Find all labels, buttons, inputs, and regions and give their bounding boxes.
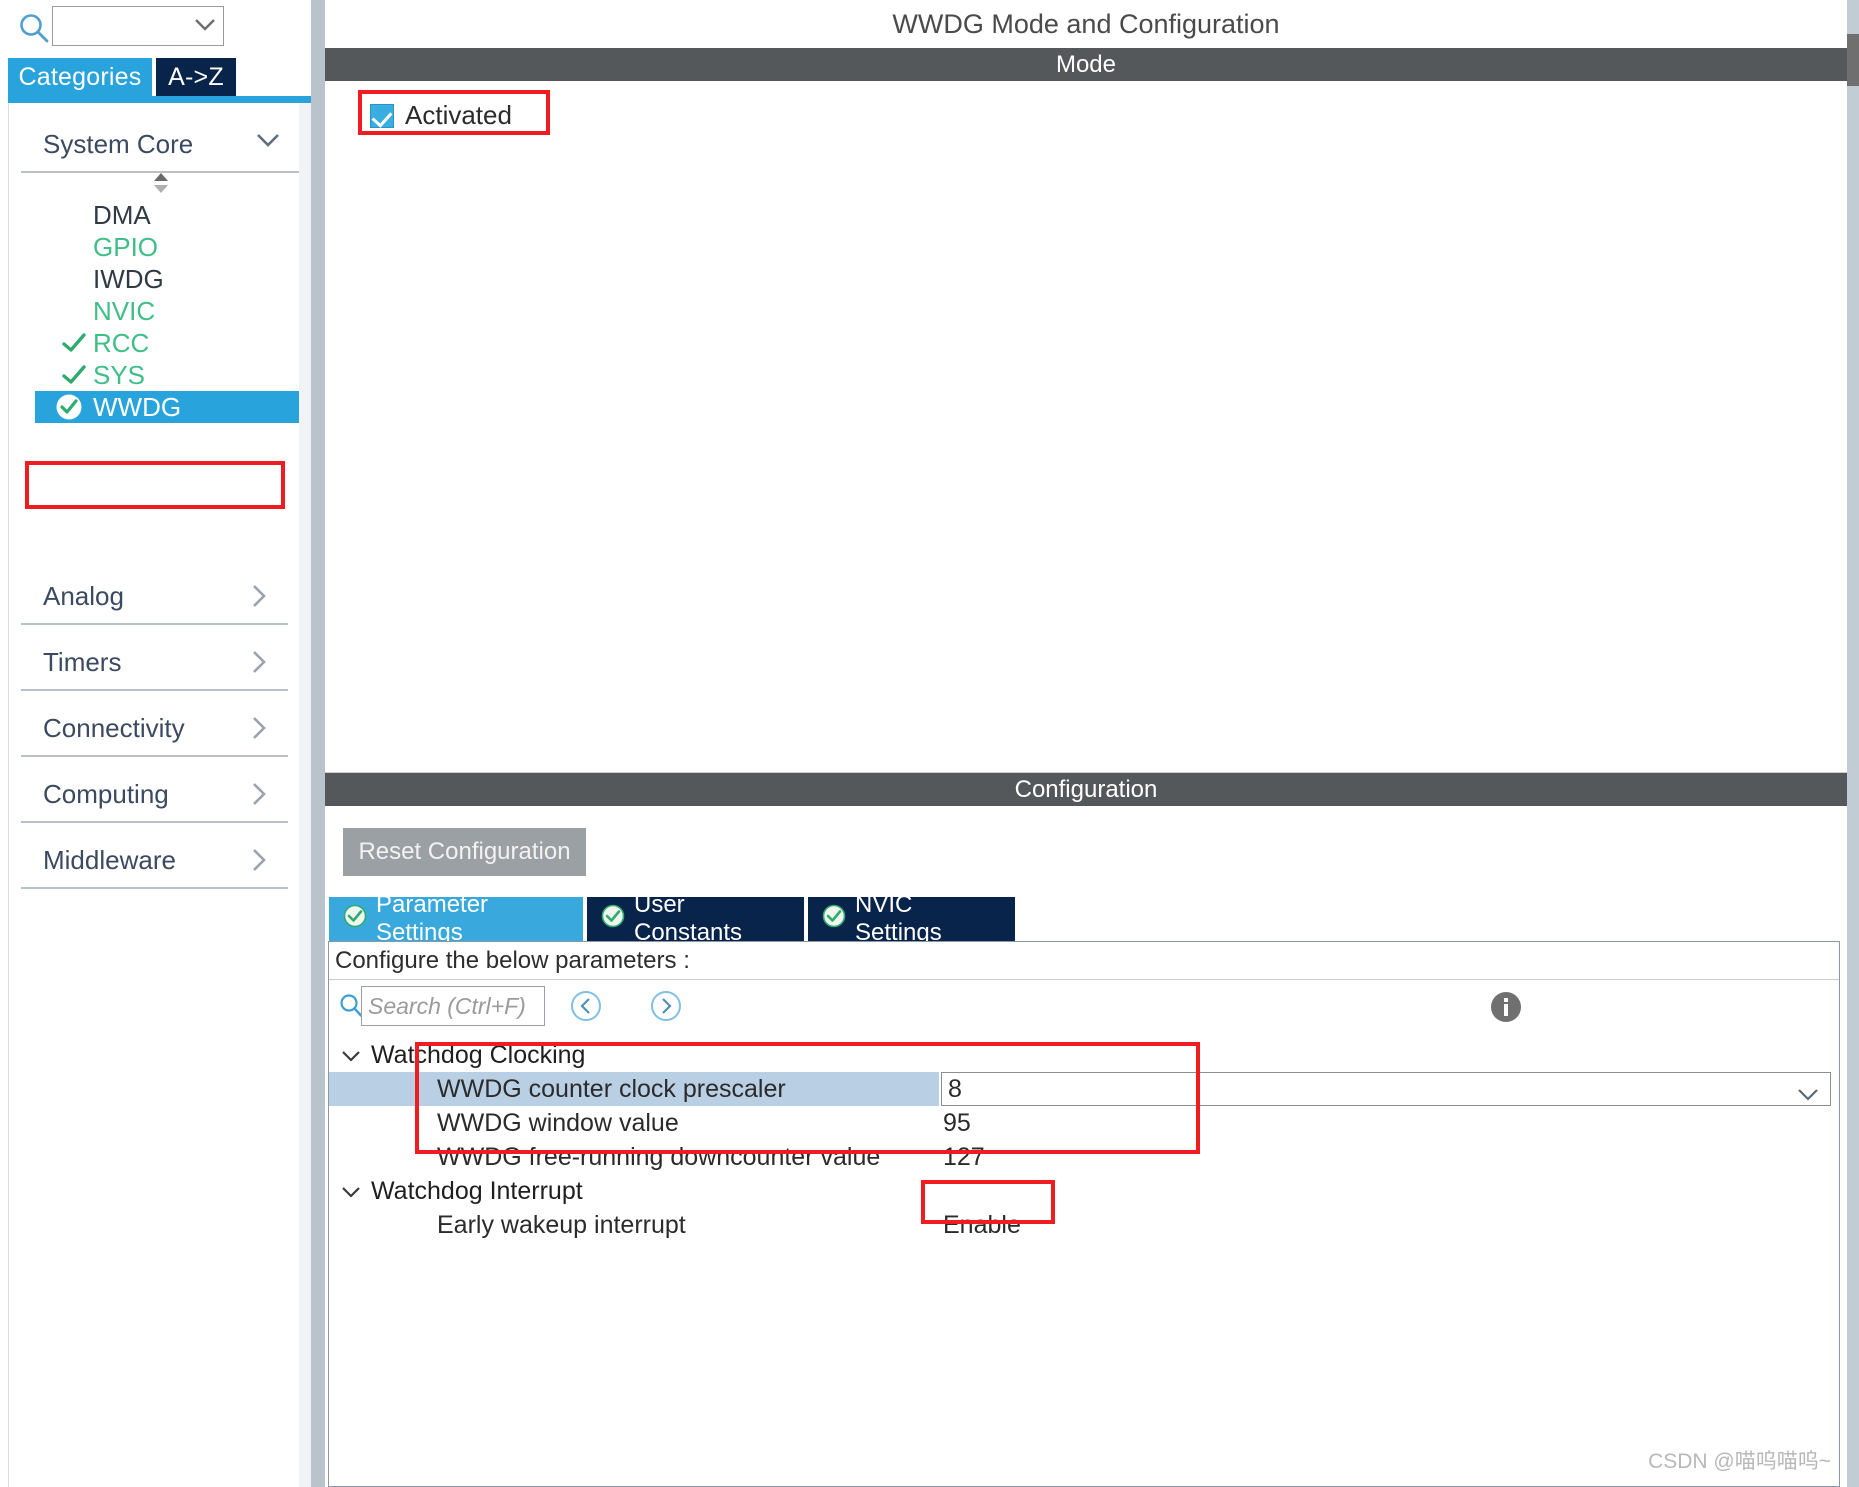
sidebar-section-system-core[interactable]: System Core [21, 117, 299, 173]
mode-band: Mode [325, 48, 1847, 81]
sidebar-section-computing[interactable]: Computing [21, 767, 288, 823]
table-row[interactable]: WWDG window value 95 [329, 1106, 1839, 1140]
table-row[interactable]: WWDG free-running downcounter value 127 [329, 1140, 1839, 1174]
tree-search-combo[interactable] [52, 6, 224, 46]
group-watchdog-clocking-label: Watchdog Clocking [371, 1040, 586, 1069]
sidebar-section-system-core-label: System Core [43, 128, 194, 159]
sidebar-section-analog-label: Analog [43, 580, 124, 611]
param-window-value: 95 [943, 1109, 971, 1137]
parameter-settings-panel: Configure the below parameters : Search … [328, 941, 1840, 1487]
sidebar-item-rcc[interactable]: RCC [21, 327, 300, 359]
next-match-button[interactable] [649, 989, 683, 1028]
param-prescaler-value: 8 [948, 1075, 962, 1103]
check-icon [61, 331, 87, 362]
parameter-search-bar [329, 980, 1839, 1034]
tab-categories-label: Categories [18, 62, 142, 91]
table-row[interactable]: WWDG counter clock prescaler 8 [329, 1072, 1839, 1106]
check-circle-icon [55, 393, 83, 428]
sidebar-item-iwdg[interactable]: IWDG [21, 263, 300, 295]
param-downcounter-value-label: WWDG free-running downcounter value [437, 1143, 881, 1171]
configuration-band: Configuration [325, 773, 1847, 806]
sidebar-item-sys[interactable]: SYS [21, 359, 300, 391]
tab-a-to-z[interactable]: A->Z [156, 58, 236, 96]
sidebar-section-timers-label: Timers [43, 646, 122, 677]
mode-and-configuration-panel: WWDG Mode and Configuration Mode Activat… [325, 0, 1847, 1487]
sidebar-section-computing-label: Computing [43, 778, 169, 809]
param-prescaler-label: WWDG counter clock prescaler [437, 1075, 786, 1103]
group-watchdog-interrupt[interactable]: Watchdog Interrupt [329, 1174, 1839, 1208]
sidebar-section-connectivity-label: Connectivity [43, 712, 185, 743]
tab-user-constants[interactable]: User Constants [587, 891, 804, 946]
sidebar-item-dma[interactable]: DMA [21, 199, 300, 231]
chevron-right-icon [248, 715, 270, 746]
sidebar-section-connectivity[interactable]: Connectivity [21, 701, 288, 757]
check-circle-icon [822, 904, 846, 935]
sidebar-section-analog[interactable]: Analog [21, 569, 288, 625]
param-early-wakeup-value: Enable [943, 1211, 1021, 1239]
sidebar-item-wwdg-label: WWDG [93, 391, 182, 422]
tab-parameter-settings-label: Parameter Settings [376, 891, 489, 946]
configure-hint: Configure the below parameters : [329, 942, 1839, 980]
tab-nvic-settings[interactable]: NVIC Settings [808, 891, 1015, 946]
activated-checkbox-row[interactable]: Activated [370, 100, 512, 131]
search-icon [16, 10, 52, 46]
tree-body: System Core DMA GPIO IWDG NVIC RCC SYS W… [8, 103, 311, 1487]
reset-configuration-button[interactable]: Reset Configuration [343, 828, 586, 876]
sidebar-item-nvic-label: NVIC [93, 295, 156, 326]
activated-label: Activated [405, 100, 512, 130]
chevron-down-icon [194, 17, 216, 38]
tab-categories[interactable]: Categories [8, 58, 152, 96]
sidebar-section-timers[interactable]: Timers [21, 635, 288, 691]
tab-nvic-settings-label: NVIC Settings [855, 891, 942, 946]
configuration-area: Reset Configuration Parameter Settings U… [325, 806, 1847, 1487]
sidebar-section-middleware[interactable]: Middleware [21, 833, 288, 889]
mode-area: Activated [325, 81, 1847, 773]
tab-a-to-z-label: A->Z [168, 62, 224, 91]
check-circle-icon [601, 904, 625, 935]
panel-divider[interactable] [311, 0, 325, 1487]
page-scrollbar[interactable] [1847, 0, 1859, 1487]
table-row[interactable]: Early wakeup interrupt Enable [329, 1208, 1839, 1242]
check-circle-icon [343, 904, 367, 935]
param-prescaler-combo[interactable]: 8 [941, 1072, 1831, 1106]
page-title: WWDG Mode and Configuration [325, 0, 1847, 48]
chevron-down-icon [341, 1041, 361, 1070]
tree-tabs-underline [8, 96, 311, 103]
prev-match-button[interactable] [569, 989, 603, 1028]
info-icon[interactable] [1487, 988, 1525, 1031]
chevron-down-icon [255, 131, 281, 154]
param-early-wakeup-label: Early wakeup interrupt [437, 1211, 686, 1239]
chevron-right-icon [248, 649, 270, 680]
param-downcounter-value: 127 [943, 1143, 985, 1171]
chevron-right-icon [248, 781, 270, 812]
chevron-right-icon [248, 583, 270, 614]
tree-tabs: Categories A->Z [8, 58, 311, 96]
check-icon [61, 363, 87, 394]
tree-sort-handle[interactable] [149, 169, 171, 195]
group-watchdog-interrupt-label: Watchdog Interrupt [371, 1176, 583, 1205]
tab-parameter-settings[interactable]: Parameter Settings [329, 891, 583, 946]
chevron-right-icon [248, 847, 270, 878]
parameter-search-input[interactable] [361, 986, 545, 1026]
page-scrollbar-thumb[interactable] [1847, 34, 1859, 86]
sidebar-section-middleware-label: Middleware [43, 844, 176, 875]
activated-checkbox[interactable] [370, 103, 394, 128]
sidebar-item-wwdg[interactable]: WWDG [21, 391, 300, 423]
param-window-value-label: WWDG window value [437, 1109, 679, 1137]
sidebar-item-gpio[interactable]: GPIO [21, 231, 300, 263]
component-tree-panel: Categories A->Z System Core DMA GPIO IWD… [0, 0, 311, 1487]
tab-user-constants-label: User Constants [634, 891, 743, 946]
reset-configuration-label: Reset Configuration [358, 838, 571, 865]
tree-scrollbar[interactable] [299, 103, 311, 1487]
chevron-down-icon [341, 1177, 361, 1206]
group-watchdog-clocking[interactable]: Watchdog Clocking [329, 1038, 1839, 1072]
sidebar-item-gpio-label: GPIO [93, 231, 159, 262]
tree-search-row [0, 0, 311, 58]
sidebar-item-dma-label: DMA [93, 199, 151, 230]
sidebar-item-iwdg-label: IWDG [93, 263, 164, 294]
sidebar-item-nvic[interactable]: NVIC [21, 295, 300, 327]
watermark: CSDN @喵呜喵呜~ [1648, 1450, 1831, 1473]
